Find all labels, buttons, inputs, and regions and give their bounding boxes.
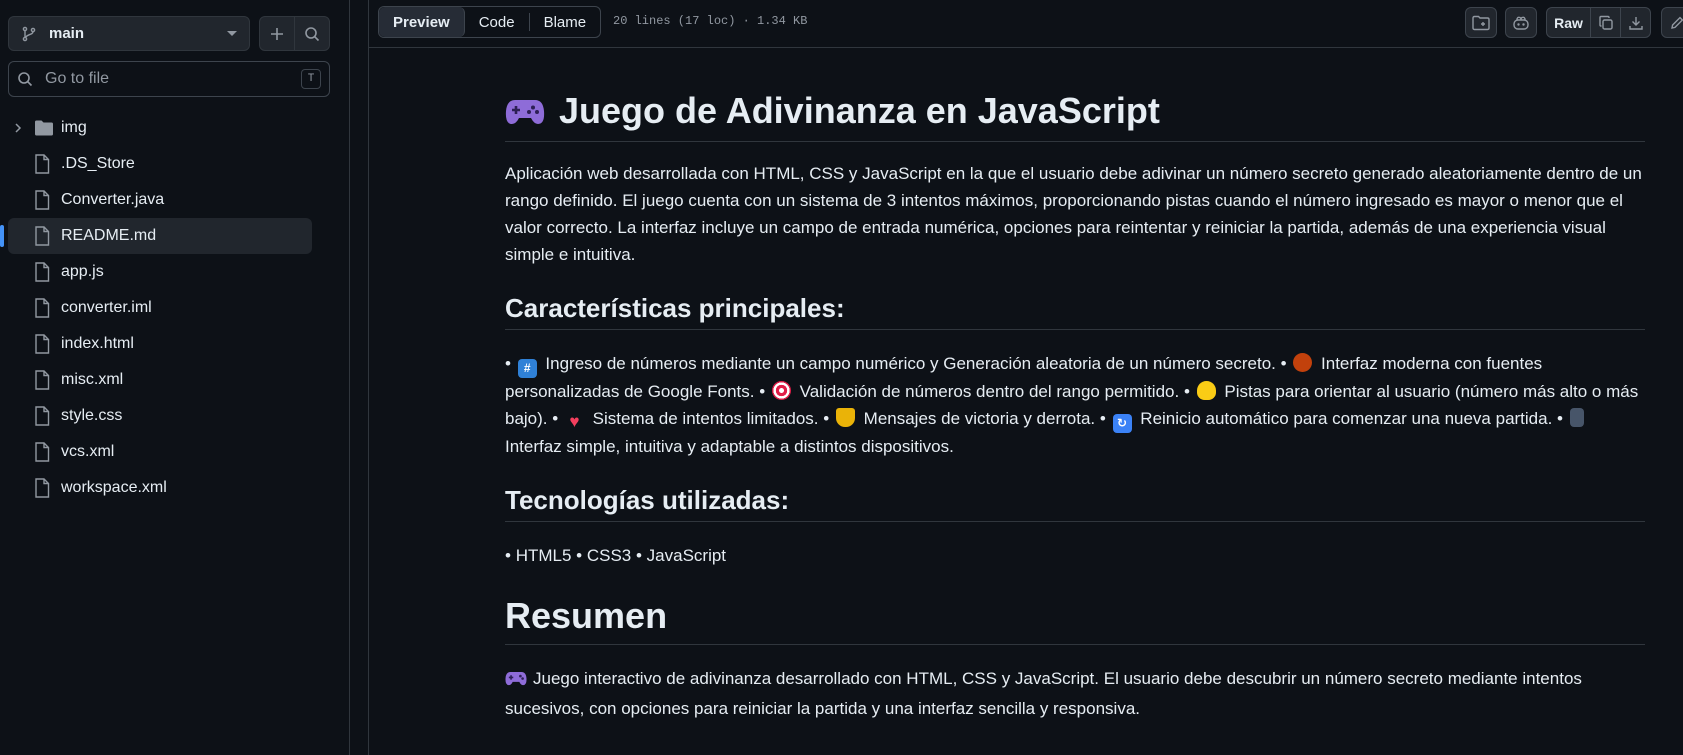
content-border-left xyxy=(368,0,369,755)
game-controller-icon xyxy=(505,95,545,127)
chevron-down-icon xyxy=(227,31,237,36)
go-to-file-input[interactable] xyxy=(45,70,301,88)
tree-item-readme[interactable]: README.md xyxy=(0,218,312,254)
pencil-icon xyxy=(1671,16,1683,29)
raw-button[interactable]: Raw xyxy=(1546,7,1591,38)
readme-title-text: Juego de Adivinanza en JavaScript xyxy=(559,89,1160,131)
summary-paragraph: Juego interactivo de adivinanza desarrol… xyxy=(505,665,1645,722)
symbols-button[interactable] xyxy=(1465,7,1497,38)
tab-blame[interactable]: Blame xyxy=(530,7,601,37)
file-icon xyxy=(34,190,54,210)
tree-item-label: app.js xyxy=(61,263,104,280)
download-icon xyxy=(1628,16,1643,30)
heart-icon: ♥ xyxy=(569,412,580,431)
file-header-toolbar: Preview Code Blame 20 lines (17 loc) · 1… xyxy=(369,0,1683,48)
file-icon xyxy=(34,262,54,282)
tree-item-label: index.html xyxy=(61,335,134,352)
readme-title: Juego de Adivinanza en JavaScript xyxy=(505,80,1645,142)
readme-intro: Aplicación web desarrollada con HTML, CS… xyxy=(505,164,1642,264)
tech-heading: Tecnologías utilizadas: xyxy=(505,482,1645,522)
numbers-icon: # xyxy=(517,359,537,378)
copy-raw-button[interactable] xyxy=(1590,7,1621,38)
view-mode-tabs: Preview Code Blame xyxy=(378,6,602,38)
tech-paragraph: • HTML5 • CSS3 • JavaScript xyxy=(505,546,727,565)
refresh-icon: ↻ xyxy=(1112,414,1132,433)
add-file-button[interactable] xyxy=(259,16,295,51)
tree-item-label: img xyxy=(61,119,87,136)
tree-item-app-js[interactable]: app.js xyxy=(8,254,312,290)
search-icon xyxy=(305,26,320,41)
file-tree-sidebar: main T img .DS_Store Converter.java RE xyxy=(0,0,350,755)
tree-item-workspace-xml[interactable]: workspace.xml xyxy=(8,470,312,506)
file-icon xyxy=(34,406,54,426)
tree-item-misc-xml[interactable]: misc.xml xyxy=(8,362,312,398)
readme-content: Juego de Adivinanza en JavaScript Aplica… xyxy=(505,80,1645,722)
feature-item: Interfaz simple, intuitiva y adaptable a… xyxy=(505,437,954,456)
feature-item: Mensajes de victoria y derrota. xyxy=(863,409,1096,428)
file-icon xyxy=(34,226,54,246)
tree-item-index-html[interactable]: index.html xyxy=(8,326,312,362)
tab-preview[interactable]: Preview xyxy=(379,7,465,37)
tech-item: JavaScript xyxy=(646,546,727,565)
feature-item: Validación de números dentro del rango p… xyxy=(799,382,1180,401)
git-branch-icon xyxy=(21,26,37,42)
folder-icon xyxy=(34,118,54,138)
search-files-button[interactable] xyxy=(294,16,330,51)
file-icon xyxy=(34,442,54,462)
feature-item: Reinicio automático para comenzar una nu… xyxy=(1140,409,1553,428)
target-icon xyxy=(771,381,791,400)
sidebar-divider xyxy=(349,0,350,755)
folder-search-icon xyxy=(1472,15,1490,30)
features-paragraph: • # Ingreso de números mediante un campo… xyxy=(505,353,1639,456)
lightbulb-icon xyxy=(1196,381,1216,400)
game-controller-icon xyxy=(505,668,527,695)
phone-icon xyxy=(1569,408,1584,427)
go-to-file-field[interactable]: T xyxy=(8,61,330,97)
tree-item-img[interactable]: img xyxy=(8,110,312,146)
download-button[interactable] xyxy=(1620,7,1651,38)
summary-heading: Resumen xyxy=(505,593,1645,645)
palette-icon xyxy=(1293,353,1313,372)
file-icon xyxy=(34,154,54,174)
tree-item-ds-store[interactable]: .DS_Store xyxy=(8,146,312,182)
tech-item: CSS3 xyxy=(586,546,632,565)
tree-item-vcs-xml[interactable]: vcs.xml xyxy=(8,434,312,470)
tree-item-label: vcs.xml xyxy=(61,443,115,460)
tree-item-label: converter.iml xyxy=(61,299,152,316)
file-icon xyxy=(34,298,54,318)
keyboard-shortcut-hint: T xyxy=(301,69,321,89)
tech-item: HTML5 xyxy=(515,546,572,565)
features-heading: Características principales: xyxy=(505,290,1645,330)
feature-item: Sistema de intentos limitados. xyxy=(592,409,819,428)
file-icon xyxy=(34,370,54,390)
tree-item-label: misc.xml xyxy=(61,371,124,388)
search-icon xyxy=(17,70,35,88)
tab-code[interactable]: Code xyxy=(465,7,529,37)
feature-item: Ingreso de números mediante un campo num… xyxy=(545,354,1276,373)
tree-item-style-css[interactable]: style.css xyxy=(8,398,312,434)
copilot-icon xyxy=(1513,16,1529,30)
tree-item-converter-iml[interactable]: converter.iml xyxy=(8,290,312,326)
chevron-right-icon[interactable] xyxy=(12,122,24,134)
summary-text: Juego interactivo de adivinanza desarrol… xyxy=(505,669,1582,718)
file-icon xyxy=(34,334,54,354)
tree-item-converter-java[interactable]: Converter.java xyxy=(8,182,312,218)
branch-name: main xyxy=(49,25,85,42)
copilot-button[interactable] xyxy=(1505,7,1537,38)
file-tree: img .DS_Store Converter.java README.md a… xyxy=(0,110,320,506)
copy-icon xyxy=(1598,15,1613,30)
tree-item-label: .DS_Store xyxy=(61,155,135,172)
tree-item-label: Converter.java xyxy=(61,191,165,208)
plus-icon xyxy=(271,27,283,40)
tree-item-label: README.md xyxy=(61,227,157,244)
file-info: 20 lines (17 loc) · 1.34 KB xyxy=(613,14,808,28)
tree-item-label: style.css xyxy=(61,407,123,424)
file-icon xyxy=(34,478,54,498)
edit-button[interactable] xyxy=(1661,7,1683,38)
trophy-icon xyxy=(835,408,855,427)
tree-item-label: workspace.xml xyxy=(61,479,167,496)
branch-selector-button[interactable]: main xyxy=(8,16,250,51)
